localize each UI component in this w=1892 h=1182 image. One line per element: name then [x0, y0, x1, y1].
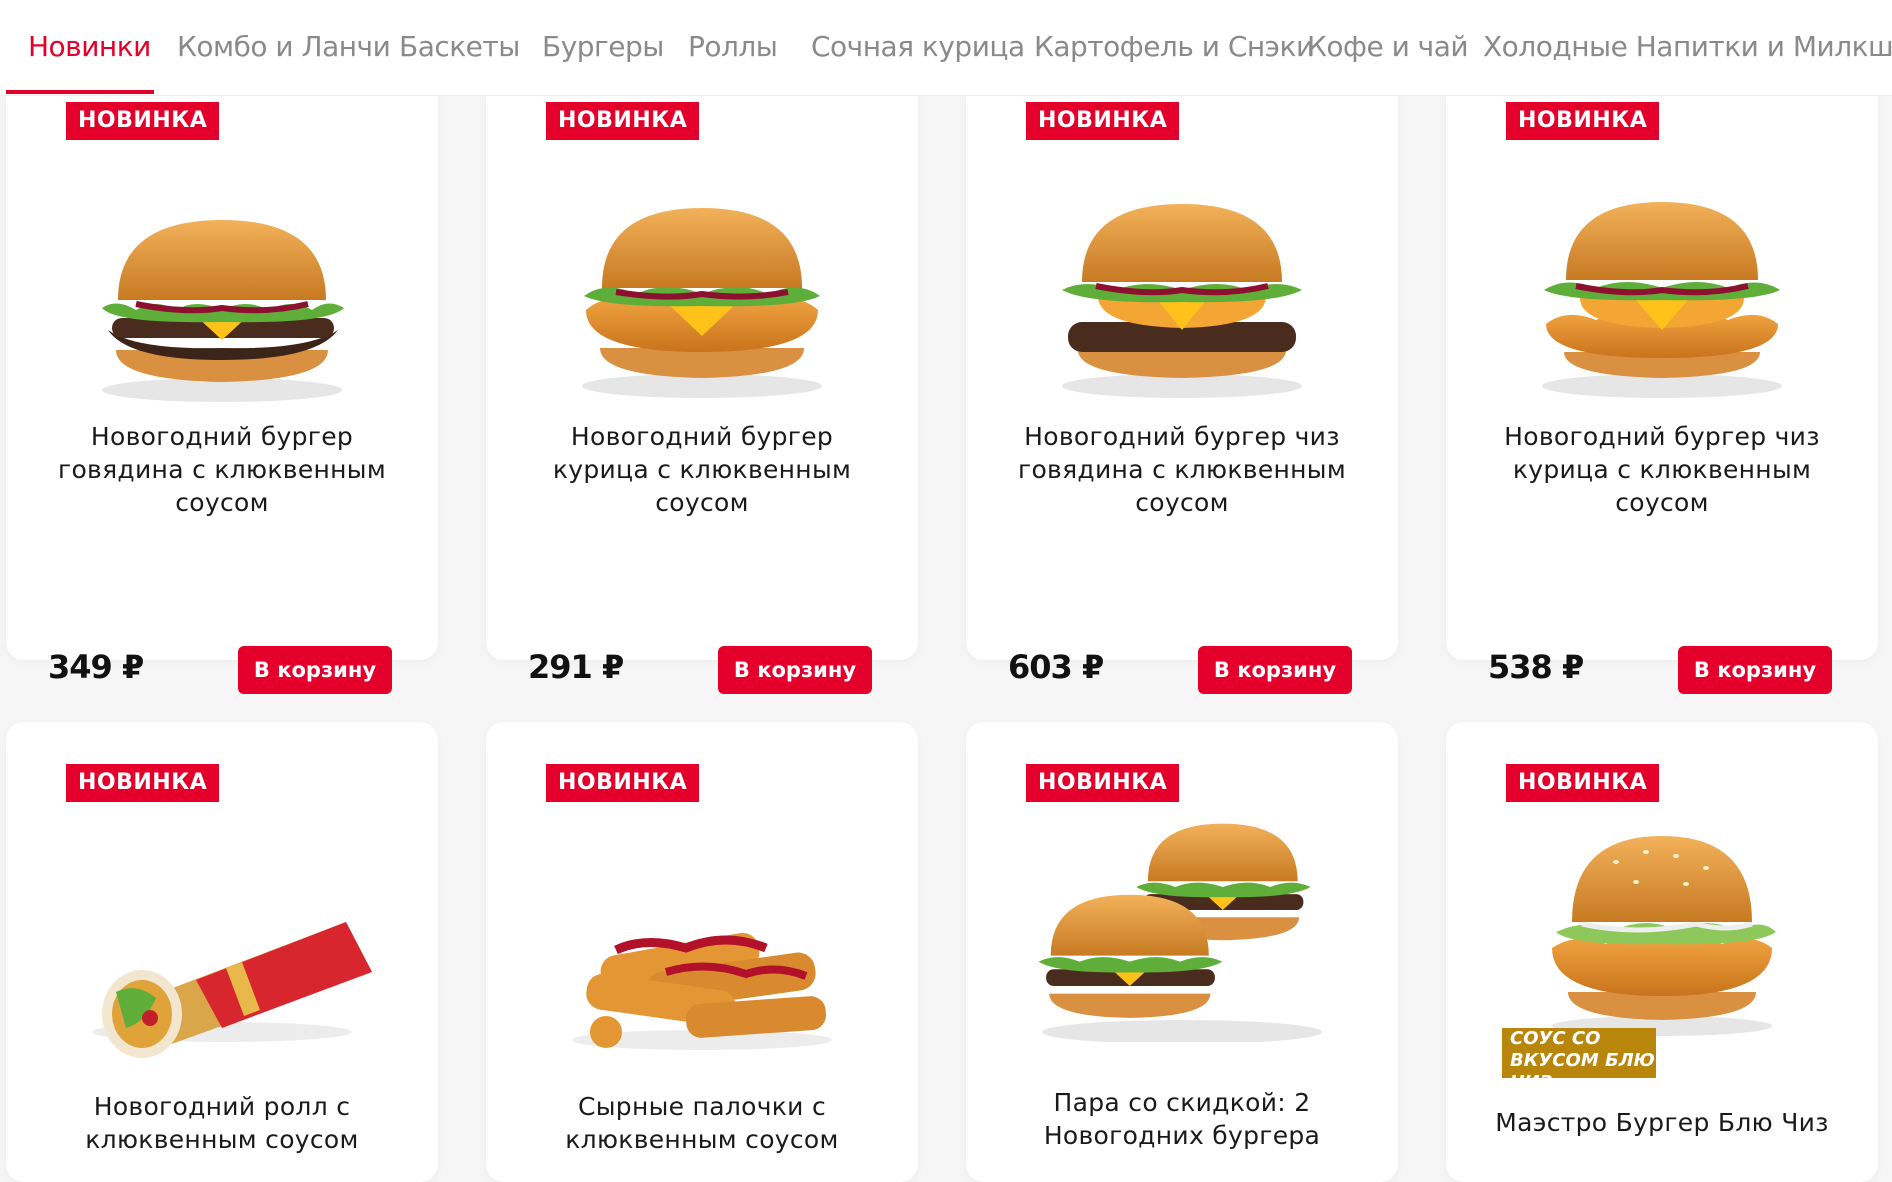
- product-name: Новогодний ролл с клюквенным соусом: [85, 1092, 359, 1154]
- burger-beef-cheese-image: [1006, 180, 1358, 410]
- tab-cold-drinks[interactable]: Холодные Напитки и Милкшейки: [1483, 22, 1892, 72]
- product-card[interactable]: НОВИНКА Новогодний бургер курица с клюкв…: [486, 80, 918, 694]
- product-card[interactable]: НОВИНКА СОУС СО ВКУСОМ БЛЮ ЧИЗ Маэстро Б…: [1446, 722, 1878, 1182]
- product-price: 538 ₽: [1488, 648, 1584, 686]
- product-card[interactable]: НОВИНКА Пара со скидкой: 2 Новогодних бу…: [966, 722, 1398, 1182]
- product-card[interactable]: НОВИНКА Новогодний бургер чиз говядина с…: [966, 80, 1398, 694]
- roll-image: [92, 922, 372, 1058]
- new-badge: НОВИНКА: [1506, 102, 1660, 140]
- new-badge: НОВИНКА: [1506, 764, 1660, 802]
- new-badge: НОВИНКА: [1026, 102, 1180, 140]
- tab-fries-snacks[interactable]: Картофель и Снэки: [1034, 22, 1314, 72]
- two-burgers-image: [1038, 823, 1322, 1042]
- promo-tag-text: СОУС СО ВКУСОМ БЛЮ ЧИЗ: [1510, 1028, 1655, 1093]
- tab-coffee-tea[interactable]: Кофе и чай: [1307, 22, 1469, 72]
- tab-rolls[interactable]: Роллы: [688, 22, 778, 72]
- add-to-cart-button[interactable]: В корзину: [238, 646, 392, 694]
- product-card[interactable]: НОВИНКА Сырные палочки с клюквенным соус…: [486, 722, 918, 1182]
- tab-combo-lunch[interactable]: Комбо и Ланчи: [177, 22, 391, 72]
- product-name: Новогодний бургер говядина с клюквенным …: [58, 422, 386, 517]
- maestro-burger-image: [1486, 812, 1838, 1042]
- category-nav: Новинки Комбо и Ланчи Баскеты Бургеры Ро…: [0, 0, 1892, 96]
- product-price: 603 ₽: [1008, 648, 1104, 686]
- product-name: Новогодний бургер чиз говядина с клюквен…: [1018, 422, 1346, 517]
- burger-beef-image: [46, 190, 398, 420]
- burger-chicken-image: [526, 180, 878, 410]
- product-name: Сырные палочки с клюквенным соусом: [565, 1092, 839, 1154]
- tab-novinki[interactable]: Новинки: [28, 22, 151, 72]
- add-to-cart-button[interactable]: В корзину: [718, 646, 872, 694]
- tab-chicken[interactable]: Сочная курица: [811, 22, 1025, 72]
- promo-tag: СОУС СО ВКУСОМ БЛЮ ЧИЗ: [1502, 1028, 1656, 1093]
- new-badge: НОВИНКА: [66, 102, 220, 140]
- cheese-sticks-image: [526, 832, 878, 1062]
- product-card[interactable]: НОВИНКА Новогодний ролл с клюквенным соу…: [6, 722, 438, 1182]
- tab-burgers[interactable]: Бургеры: [542, 22, 664, 72]
- burger-chicken-cheese-image: [1486, 180, 1838, 410]
- new-badge: НОВИНКА: [66, 764, 220, 802]
- new-badge: НОВИНКА: [546, 764, 700, 802]
- product-name: Новогодний бургер курица с клюквенным со…: [552, 422, 852, 517]
- product-price: 349 ₽: [48, 648, 144, 686]
- product-card[interactable]: НОВИНКА Новогодний бургер говядина с клю…: [6, 80, 438, 694]
- tab-baskets[interactable]: Баскеты: [399, 22, 520, 72]
- add-to-cart-button[interactable]: В корзину: [1678, 646, 1832, 694]
- new-badge: НОВИНКА: [1026, 764, 1180, 802]
- product-name: Пара со скидкой: 2 Новогодних бургера: [1043, 1088, 1321, 1150]
- add-to-cart-button[interactable]: В корзину: [1198, 646, 1352, 694]
- product-name: Маэстро Бургер Блю Чиз: [1495, 1108, 1829, 1137]
- product-name: Новогодний бургер чиз курица с клюквенны…: [1504, 422, 1820, 517]
- product-card[interactable]: НОВИНКА Новогодний бургер чиз курица с к…: [1446, 80, 1878, 694]
- new-badge: НОВИНКА: [546, 102, 700, 140]
- product-price: 291 ₽: [528, 648, 624, 686]
- active-tab-indicator: [6, 90, 154, 94]
